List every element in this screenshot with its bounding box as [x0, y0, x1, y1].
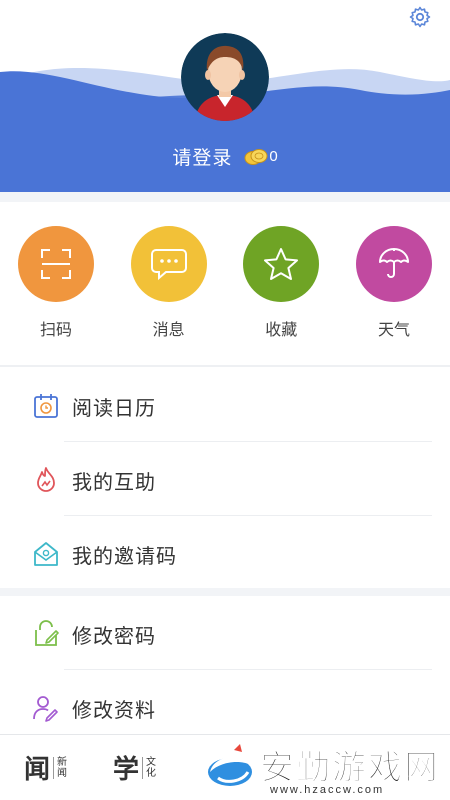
tab-study-caption-1: 文	[146, 756, 157, 768]
message-icon	[150, 249, 187, 281]
menu-item-label: 阅读日历	[72, 398, 156, 420]
edit-profile-icon	[33, 696, 58, 722]
tab-news-caption-1: 新	[57, 756, 68, 768]
invite-icon	[34, 542, 58, 566]
scan-button[interactable]	[18, 226, 94, 302]
message-button[interactable]	[130, 226, 207, 302]
avatar[interactable]	[181, 33, 269, 121]
quick-actions: 扫码 消息 收藏 天气	[0, 202, 450, 365]
edit-password-icon	[35, 620, 59, 646]
menu-item-edit-profile[interactable]: 修改资料	[0, 670, 450, 744]
quick-action-weather[interactable]: 天气	[355, 202, 432, 365]
star-icon	[264, 248, 299, 280]
menu-item-change-password[interactable]: 修改密码	[0, 596, 450, 670]
quick-action-scan[interactable]: 扫码	[18, 202, 94, 365]
gear-icon[interactable]	[408, 5, 432, 29]
quick-action-label: 天气	[377, 322, 410, 339]
flame-icon	[37, 467, 55, 492]
menu-item-my-mutual-aid[interactable]: 我的互助	[0, 442, 450, 516]
tab-news[interactable]: 闻 新 闻	[24, 749, 67, 786]
calendar-icon	[34, 394, 58, 418]
menu-item-my-invite-code[interactable]: 我的邀请码	[0, 516, 450, 590]
menu-item-reading-calendar[interactable]: 阅读日历	[0, 368, 450, 442]
site-watermark: 安勤游戏网 www.hzaccw.com	[198, 738, 450, 800]
profile-header: 请登录 0	[0, 0, 450, 192]
login-link[interactable]: 请登录	[172, 143, 232, 170]
weather-button[interactable]	[355, 226, 432, 302]
menu-group-primary: 阅读日历 我的互助 我的邀请码	[0, 368, 450, 590]
tab-news-caption: 新 闻	[53, 756, 68, 779]
tab-news-glyph: 闻	[24, 755, 51, 785]
quick-action-message[interactable]: 消息	[130, 202, 207, 365]
menu-item-label: 我的互助	[72, 472, 156, 494]
coins-icon	[244, 148, 268, 165]
avatar-illustration	[181, 33, 269, 121]
quick-action-label: 收藏	[265, 322, 298, 339]
tab-news-caption-2: 闻	[57, 767, 68, 779]
menu-item-label: 修改密码	[72, 626, 156, 648]
scan-icon	[41, 249, 71, 279]
tab-study-glyph: 学	[113, 755, 140, 785]
section-divider	[0, 588, 450, 596]
quick-action-label: 消息	[152, 322, 185, 339]
section-divider	[0, 192, 450, 202]
menu-group-account: 修改密码 修改资料	[0, 596, 450, 744]
watermark-url: www.hzaccw.com	[270, 784, 385, 796]
tab-study-caption: 文 化	[142, 756, 157, 779]
quick-action-label: 扫码	[39, 322, 72, 339]
coin-count: 0	[269, 148, 278, 165]
section-separator	[0, 365, 450, 367]
menu-item-label: 修改资料	[72, 700, 156, 722]
favorites-button[interactable]	[243, 226, 320, 302]
watermark-logo-icon	[208, 744, 252, 786]
tab-study-caption-2: 化	[146, 767, 157, 779]
tab-study[interactable]: 学 文 化	[113, 749, 156, 786]
umbrella-icon	[378, 248, 409, 278]
watermark-title: 安勤游戏网	[260, 749, 440, 788]
quick-action-favorites[interactable]: 收藏	[243, 202, 320, 365]
menu-item-label: 我的邀请码	[72, 546, 177, 568]
